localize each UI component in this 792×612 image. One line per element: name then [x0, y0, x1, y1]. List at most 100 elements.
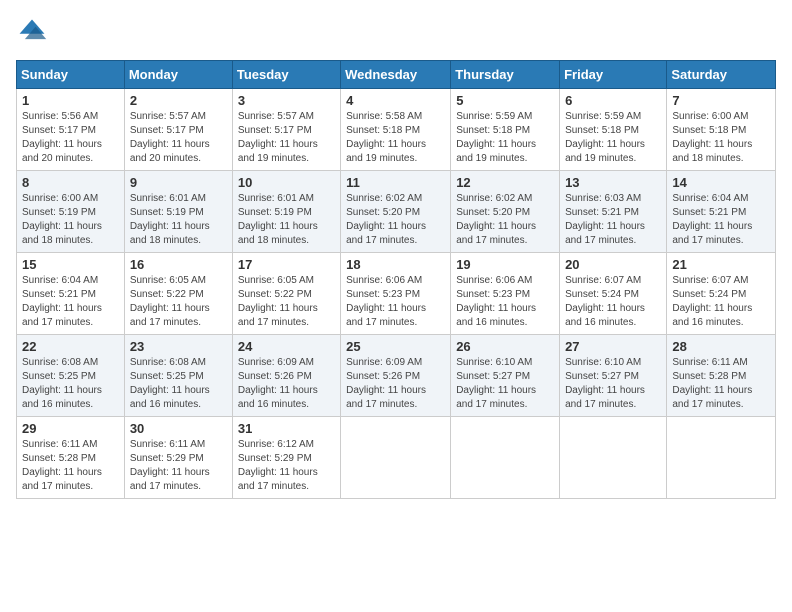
day-info: Sunrise: 6:12 AM Sunset: 5:29 PM Dayligh…	[238, 438, 335, 494]
calendar-cell: 28 Sunrise: 6:11 AM Sunset: 5:28 PM Dayl…	[667, 335, 776, 417]
day-info: Sunrise: 6:05 AM Sunset: 5:22 PM Dayligh…	[130, 274, 227, 330]
calendar-cell: 26 Sunrise: 6:10 AM Sunset: 5:27 PM Dayl…	[451, 335, 560, 417]
day-number: 2	[130, 93, 227, 108]
day-info: Sunrise: 6:07 AM Sunset: 5:24 PM Dayligh…	[672, 274, 770, 330]
day-info: Sunrise: 6:01 AM Sunset: 5:19 PM Dayligh…	[238, 192, 335, 248]
day-info: Sunrise: 6:05 AM Sunset: 5:22 PM Dayligh…	[238, 274, 335, 330]
calendar-week-row: 8 Sunrise: 6:00 AM Sunset: 5:19 PM Dayli…	[17, 171, 776, 253]
calendar-cell: 14 Sunrise: 6:04 AM Sunset: 5:21 PM Dayl…	[667, 171, 776, 253]
day-number: 15	[22, 257, 119, 272]
logo-icon	[16, 16, 48, 48]
day-number: 29	[22, 421, 119, 436]
logo	[16, 16, 52, 48]
calendar-cell: 23 Sunrise: 6:08 AM Sunset: 5:25 PM Dayl…	[124, 335, 232, 417]
calendar-cell: 10 Sunrise: 6:01 AM Sunset: 5:19 PM Dayl…	[232, 171, 340, 253]
calendar-cell: 21 Sunrise: 6:07 AM Sunset: 5:24 PM Dayl…	[667, 253, 776, 335]
calendar-cell: 6 Sunrise: 5:59 AM Sunset: 5:18 PM Dayli…	[560, 89, 667, 171]
calendar-cell: 18 Sunrise: 6:06 AM Sunset: 5:23 PM Dayl…	[341, 253, 451, 335]
day-number: 19	[456, 257, 554, 272]
calendar-cell: 20 Sunrise: 6:07 AM Sunset: 5:24 PM Dayl…	[560, 253, 667, 335]
day-number: 11	[346, 175, 445, 190]
day-info: Sunrise: 6:06 AM Sunset: 5:23 PM Dayligh…	[346, 274, 445, 330]
day-info: Sunrise: 5:59 AM Sunset: 5:18 PM Dayligh…	[456, 110, 554, 166]
calendar-cell: 31 Sunrise: 6:12 AM Sunset: 5:29 PM Dayl…	[232, 417, 340, 499]
day-number: 27	[565, 339, 661, 354]
calendar-cell: 1 Sunrise: 5:56 AM Sunset: 5:17 PM Dayli…	[17, 89, 125, 171]
day-number: 9	[130, 175, 227, 190]
calendar-cell: 16 Sunrise: 6:05 AM Sunset: 5:22 PM Dayl…	[124, 253, 232, 335]
calendar-table: SundayMondayTuesdayWednesdayThursdayFrid…	[16, 60, 776, 499]
day-info: Sunrise: 6:09 AM Sunset: 5:26 PM Dayligh…	[346, 356, 445, 412]
calendar-cell: 4 Sunrise: 5:58 AM Sunset: 5:18 PM Dayli…	[341, 89, 451, 171]
calendar-header-row: SundayMondayTuesdayWednesdayThursdayFrid…	[17, 61, 776, 89]
day-info: Sunrise: 5:56 AM Sunset: 5:17 PM Dayligh…	[22, 110, 119, 166]
day-number: 6	[565, 93, 661, 108]
calendar-week-row: 15 Sunrise: 6:04 AM Sunset: 5:21 PM Dayl…	[17, 253, 776, 335]
calendar-cell: 9 Sunrise: 6:01 AM Sunset: 5:19 PM Dayli…	[124, 171, 232, 253]
day-info: Sunrise: 6:00 AM Sunset: 5:19 PM Dayligh…	[22, 192, 119, 248]
day-info: Sunrise: 6:02 AM Sunset: 5:20 PM Dayligh…	[456, 192, 554, 248]
header-thursday: Thursday	[451, 61, 560, 89]
calendar-week-row: 1 Sunrise: 5:56 AM Sunset: 5:17 PM Dayli…	[17, 89, 776, 171]
day-number: 1	[22, 93, 119, 108]
day-number: 22	[22, 339, 119, 354]
day-info: Sunrise: 6:04 AM Sunset: 5:21 PM Dayligh…	[672, 192, 770, 248]
day-info: Sunrise: 6:01 AM Sunset: 5:19 PM Dayligh…	[130, 192, 227, 248]
day-number: 17	[238, 257, 335, 272]
day-number: 25	[346, 339, 445, 354]
day-info: Sunrise: 5:57 AM Sunset: 5:17 PM Dayligh…	[238, 110, 335, 166]
day-info: Sunrise: 6:03 AM Sunset: 5:21 PM Dayligh…	[565, 192, 661, 248]
day-number: 14	[672, 175, 770, 190]
day-number: 30	[130, 421, 227, 436]
calendar-cell: 3 Sunrise: 5:57 AM Sunset: 5:17 PM Dayli…	[232, 89, 340, 171]
calendar-cell: 17 Sunrise: 6:05 AM Sunset: 5:22 PM Dayl…	[232, 253, 340, 335]
day-info: Sunrise: 6:06 AM Sunset: 5:23 PM Dayligh…	[456, 274, 554, 330]
day-info: Sunrise: 6:11 AM Sunset: 5:29 PM Dayligh…	[130, 438, 227, 494]
calendar-cell: 25 Sunrise: 6:09 AM Sunset: 5:26 PM Dayl…	[341, 335, 451, 417]
day-number: 10	[238, 175, 335, 190]
calendar-week-row: 22 Sunrise: 6:08 AM Sunset: 5:25 PM Dayl…	[17, 335, 776, 417]
calendar-cell	[451, 417, 560, 499]
day-info: Sunrise: 6:02 AM Sunset: 5:20 PM Dayligh…	[346, 192, 445, 248]
calendar-cell: 11 Sunrise: 6:02 AM Sunset: 5:20 PM Dayl…	[341, 171, 451, 253]
day-number: 23	[130, 339, 227, 354]
calendar-cell: 8 Sunrise: 6:00 AM Sunset: 5:19 PM Dayli…	[17, 171, 125, 253]
calendar-cell: 27 Sunrise: 6:10 AM Sunset: 5:27 PM Dayl…	[560, 335, 667, 417]
day-info: Sunrise: 6:11 AM Sunset: 5:28 PM Dayligh…	[672, 356, 770, 412]
header-friday: Friday	[560, 61, 667, 89]
calendar-cell: 22 Sunrise: 6:08 AM Sunset: 5:25 PM Dayl…	[17, 335, 125, 417]
header-wednesday: Wednesday	[341, 61, 451, 89]
day-number: 8	[22, 175, 119, 190]
day-info: Sunrise: 6:10 AM Sunset: 5:27 PM Dayligh…	[565, 356, 661, 412]
calendar-cell: 7 Sunrise: 6:00 AM Sunset: 5:18 PM Dayli…	[667, 89, 776, 171]
day-info: Sunrise: 5:59 AM Sunset: 5:18 PM Dayligh…	[565, 110, 661, 166]
day-number: 28	[672, 339, 770, 354]
day-info: Sunrise: 5:57 AM Sunset: 5:17 PM Dayligh…	[130, 110, 227, 166]
header-monday: Monday	[124, 61, 232, 89]
day-number: 3	[238, 93, 335, 108]
day-info: Sunrise: 6:07 AM Sunset: 5:24 PM Dayligh…	[565, 274, 661, 330]
day-number: 20	[565, 257, 661, 272]
calendar-cell: 13 Sunrise: 6:03 AM Sunset: 5:21 PM Dayl…	[560, 171, 667, 253]
calendar-cell: 24 Sunrise: 6:09 AM Sunset: 5:26 PM Dayl…	[232, 335, 340, 417]
day-info: Sunrise: 6:11 AM Sunset: 5:28 PM Dayligh…	[22, 438, 119, 494]
day-info: Sunrise: 5:58 AM Sunset: 5:18 PM Dayligh…	[346, 110, 445, 166]
day-number: 13	[565, 175, 661, 190]
header-tuesday: Tuesday	[232, 61, 340, 89]
day-info: Sunrise: 6:08 AM Sunset: 5:25 PM Dayligh…	[130, 356, 227, 412]
header-saturday: Saturday	[667, 61, 776, 89]
day-number: 4	[346, 93, 445, 108]
day-number: 26	[456, 339, 554, 354]
day-number: 18	[346, 257, 445, 272]
day-number: 24	[238, 339, 335, 354]
calendar-cell	[341, 417, 451, 499]
day-info: Sunrise: 6:10 AM Sunset: 5:27 PM Dayligh…	[456, 356, 554, 412]
calendar-cell: 5 Sunrise: 5:59 AM Sunset: 5:18 PM Dayli…	[451, 89, 560, 171]
day-number: 31	[238, 421, 335, 436]
day-number: 5	[456, 93, 554, 108]
calendar-cell	[560, 417, 667, 499]
day-info: Sunrise: 6:00 AM Sunset: 5:18 PM Dayligh…	[672, 110, 770, 166]
calendar-week-row: 29 Sunrise: 6:11 AM Sunset: 5:28 PM Dayl…	[17, 417, 776, 499]
day-info: Sunrise: 6:09 AM Sunset: 5:26 PM Dayligh…	[238, 356, 335, 412]
page-header	[16, 16, 776, 48]
